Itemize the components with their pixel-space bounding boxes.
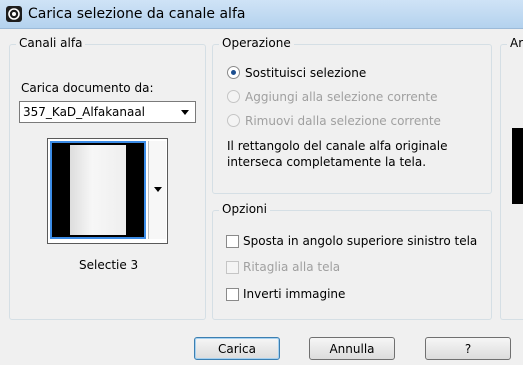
operation-legend: Operazione <box>219 36 294 50</box>
selection-preview[interactable] <box>47 138 168 244</box>
app-icon <box>6 6 22 22</box>
right-panel-legend: Ar <box>507 36 523 50</box>
info-line-1: Il rettangolo del canale alfa originale <box>227 139 448 153</box>
invert-image-label[interactable]: Inverti immagine <box>243 287 345 301</box>
load-document-label: Carica documento da: <box>21 81 154 95</box>
alpha-channels-legend: Canali alfa <box>16 36 86 50</box>
add-to-selection-label[interactable]: Aggiungi alla selezione corrente <box>245 90 437 104</box>
preview-dropdown[interactable] <box>148 141 166 239</box>
load-button[interactable]: Carica <box>194 337 280 360</box>
crop-to-canvas-label[interactable]: Ritaglia alla tela <box>243 260 340 274</box>
right-panel-preview <box>512 128 523 204</box>
options-legend: Opzioni <box>219 202 270 216</box>
move-to-corner-label[interactable]: Sposta in angolo superiore sinistro tela <box>243 234 477 248</box>
checkbox-invert-image[interactable] <box>226 288 239 301</box>
checkbox-crop-to-canvas[interactable] <box>226 261 239 274</box>
remove-from-selection-label[interactable]: Rimuovi dalla selezione corrente <box>245 114 441 128</box>
chevron-down-icon[interactable] <box>181 110 189 115</box>
info-line-2: interseca completamente la tela. <box>227 155 427 169</box>
window-title: Carica selezione da canale alfa <box>28 6 246 22</box>
title-bar: Carica selezione da canale alfa <box>0 0 523 29</box>
document-select[interactable]: 357_KaD_Alfakanaal <box>19 101 196 123</box>
preview-light-area <box>70 145 126 235</box>
radio-replace-selection[interactable] <box>227 66 240 79</box>
radio-remove-from-selection[interactable] <box>227 114 240 127</box>
help-button[interactable]: ? <box>425 337 511 360</box>
replace-selection-label[interactable]: Sostituisci selezione <box>245 66 366 80</box>
chevron-down-icon[interactable] <box>154 187 162 192</box>
preview-image <box>50 141 146 239</box>
checkbox-move-to-corner[interactable] <box>226 235 239 248</box>
cancel-button[interactable]: Annulla <box>309 337 395 360</box>
radio-add-to-selection[interactable] <box>227 90 240 103</box>
preview-caption: Selectie 3 <box>79 258 139 272</box>
document-select-value: 357_KaD_Alfakanaal <box>23 105 146 119</box>
